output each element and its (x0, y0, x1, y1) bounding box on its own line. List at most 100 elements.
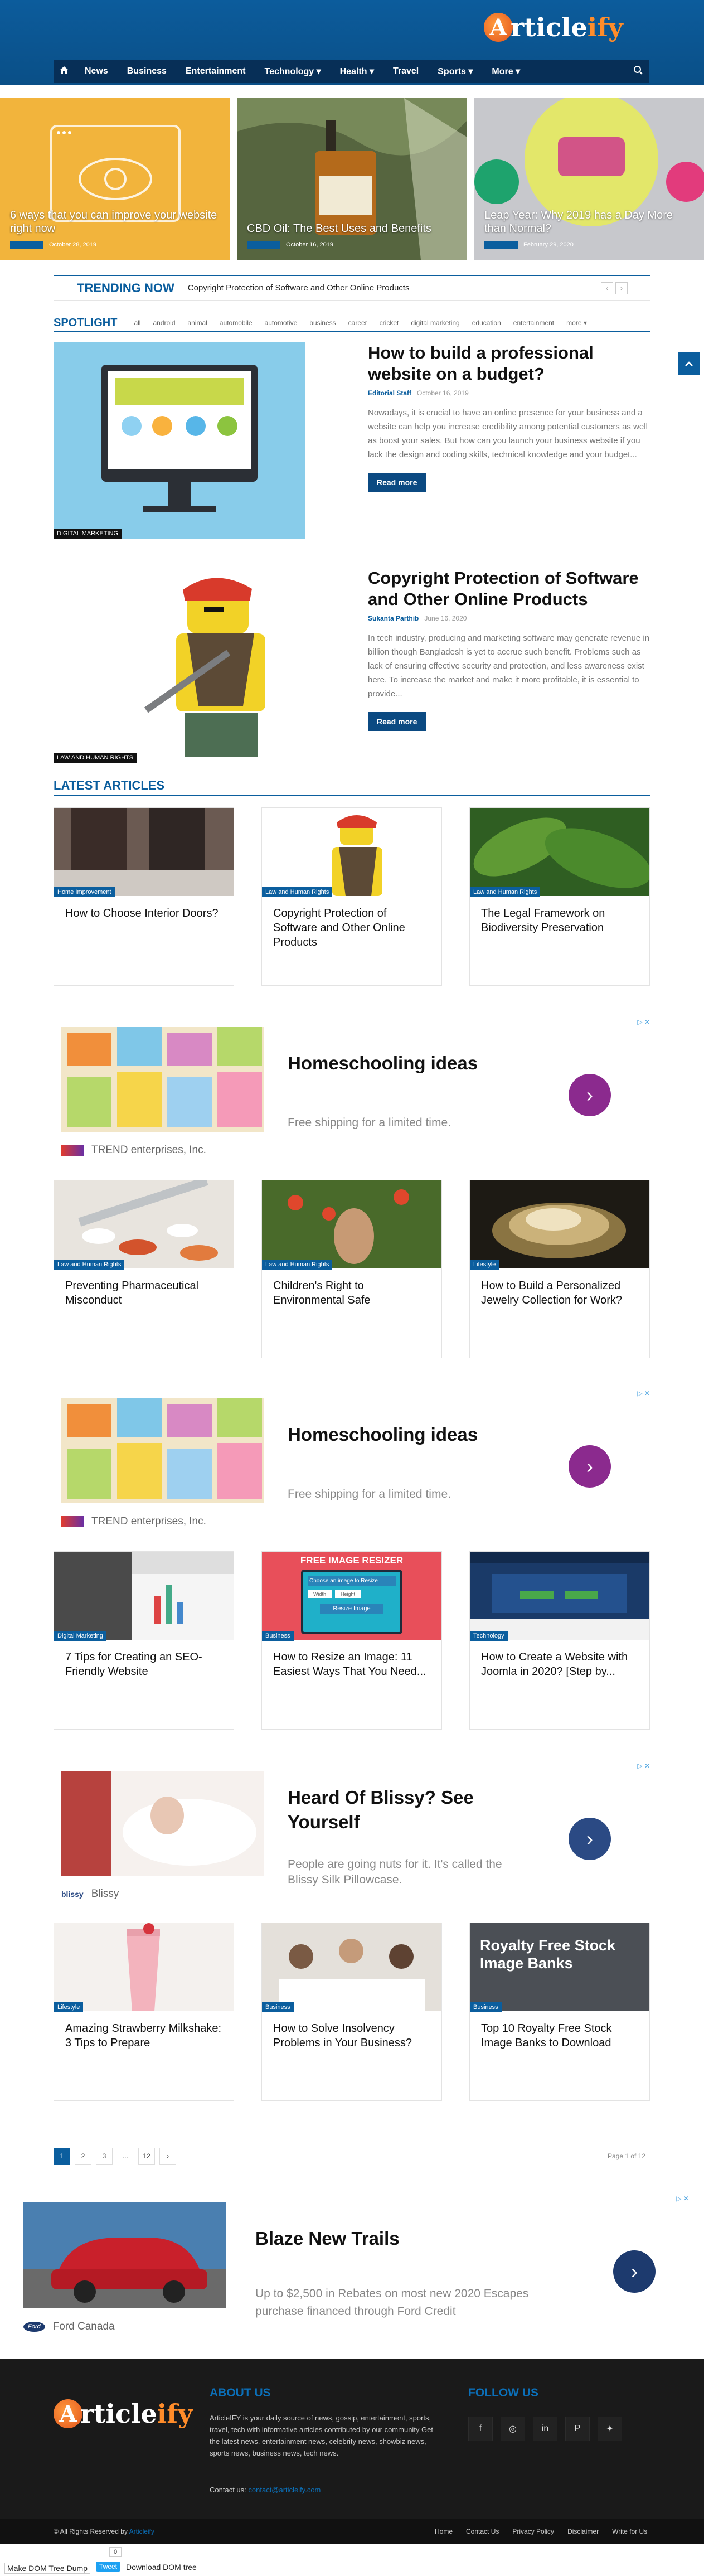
next-page-button[interactable]: › (159, 2148, 176, 2165)
card-category[interactable]: Lifestyle (470, 1260, 499, 1270)
page-2[interactable]: 2 (75, 2148, 91, 2165)
ad-cta-button[interactable]: › (569, 1818, 611, 1860)
filter-android[interactable]: android (153, 319, 175, 327)
ad-banner[interactable]: ▷ ✕ Homeschooling ideas Free shipping fo… (54, 1018, 650, 1163)
card-category[interactable]: Law and Human Rights (262, 887, 333, 897)
twitter-icon[interactable]: ✦ (598, 2417, 622, 2441)
advertiser-name[interactable]: TREND enterprises, Inc. (91, 1515, 206, 1528)
filter-automobile[interactable]: automobile (220, 319, 253, 327)
post-title[interactable]: How to build a professional website on a… (368, 342, 650, 385)
article-card[interactable]: Royalty Free Stock Image Banks Business … (469, 1923, 650, 2101)
download-dom-button[interactable]: Download DOM tree (126, 2563, 197, 2572)
pinterest-icon[interactable]: P (565, 2417, 590, 2441)
nav-item-sports[interactable]: Sports ▾ (438, 66, 473, 77)
site-logo[interactable]: A rticleify (484, 12, 623, 42)
footer-logo[interactable]: A rticleify (54, 2399, 193, 2429)
filter-career[interactable]: career (348, 319, 367, 327)
footer-link-home[interactable]: Home (435, 2527, 453, 2535)
contact-email[interactable]: contact@articleify.com (248, 2486, 321, 2494)
ad-title[interactable]: Blaze New Trails (255, 2228, 400, 2249)
adchoices-icon[interactable]: ▷ ✕ (637, 1389, 650, 1397)
nav-item-health[interactable]: Health ▾ (340, 66, 374, 77)
card-category[interactable]: Business (470, 2002, 502, 2012)
article-card[interactable]: Home Improvement How to Choose Interior … (54, 807, 234, 986)
page-3[interactable]: 3 (96, 2148, 113, 2165)
filter-digital-marketing[interactable]: digital marketing (411, 319, 459, 327)
article-card[interactable]: Law and Human Rights Children's Right to… (261, 1180, 442, 1358)
filter-automotive[interactable]: automotive (265, 319, 298, 327)
ad-cta-button[interactable]: › (569, 1074, 611, 1116)
card-title[interactable]: How to Resize an Image: 11 Easiest Ways … (273, 1650, 430, 1679)
article-card[interactable]: Lifestyle How to Build a Personalized Je… (469, 1180, 650, 1358)
hero-post-1[interactable]: 6 ways that you can improve your website… (0, 98, 230, 260)
filter-cricket[interactable]: cricket (380, 319, 399, 327)
article-card[interactable]: Technology How to Create a Website with … (469, 1551, 650, 1730)
article-card[interactable]: Digital Marketing 7 Tips for Creating an… (54, 1551, 234, 1730)
card-title[interactable]: 7 Tips for Creating an SEO-Friendly Webs… (65, 1650, 222, 1679)
article-card[interactable]: Business How to Solve Insolvency Problem… (261, 1923, 442, 2101)
ad-banner[interactable]: ▷ ✕ Heard Of Blissy? See Yourself People… (54, 1762, 650, 1907)
card-title[interactable]: How to Solve Insolvency Problems in Your… (273, 2021, 430, 2050)
card-category[interactable]: Digital Marketing (54, 1631, 106, 1641)
article-card[interactable]: Lifestyle Amazing Strawberry Milkshake: … (54, 1923, 234, 2101)
adchoices-icon[interactable]: ▷ ✕ (637, 1018, 650, 1026)
article-card[interactable]: Law and Human Rights The Legal Framework… (469, 807, 650, 986)
filter-entertainment[interactable]: entertainment (513, 319, 554, 327)
home-icon[interactable] (59, 66, 69, 78)
article-card[interactable]: Law and Human Rights Copyright Protectio… (261, 807, 442, 986)
article-card[interactable]: Law and Human Rights Preventing Pharmace… (54, 1180, 234, 1358)
search-icon[interactable] (633, 65, 643, 78)
card-title[interactable]: How to Choose Interior Doors? (65, 906, 222, 921)
ad-cta-button[interactable]: › (569, 1445, 611, 1488)
category-badge[interactable]: DIGITAL MARKETING (54, 529, 122, 539)
spotlight-image-2[interactable]: LAW AND HUMAN RIGHTS (54, 566, 305, 763)
spotlight-image-1[interactable]: DIGITAL MARKETING (54, 342, 305, 539)
card-title[interactable]: Top 10 Royalty Free Stock Image Banks to… (481, 2021, 638, 2050)
post-author[interactable]: Sukanta Parthib (368, 614, 419, 622)
card-title[interactable]: Children's Right to Environmental Safe (273, 1279, 430, 1308)
tweet-button[interactable]: Tweet (96, 2562, 121, 2572)
post-title[interactable]: Copyright Protection of Software and Oth… (368, 568, 650, 610)
card-category[interactable]: Law and Human Rights (262, 1260, 333, 1270)
footer-link-contact[interactable]: Contact Us (466, 2527, 499, 2535)
post-author[interactable]: Editorial Staff (368, 389, 411, 397)
ad-banner[interactable]: ▷ ✕ Homeschooling ideas Free shipping fo… (54, 1389, 650, 1534)
nav-item-business[interactable]: Business (127, 66, 167, 76)
filter-all[interactable]: all (134, 319, 140, 327)
read-more-button[interactable]: Read more (368, 473, 426, 492)
author-badge[interactable] (484, 241, 518, 249)
card-title[interactable]: Copyright Protection of Software and Oth… (273, 906, 430, 950)
footer-link-write[interactable]: Write for Us (612, 2527, 647, 2535)
nav-item-technology[interactable]: Technology ▾ (265, 66, 321, 77)
copyright-link[interactable]: Articleify (129, 2527, 154, 2535)
back-to-top-button[interactable] (678, 352, 700, 375)
linkedin-icon[interactable]: in (533, 2417, 557, 2441)
nav-item-travel[interactable]: Travel (393, 66, 419, 76)
card-title[interactable]: Preventing Pharmaceutical Misconduct (65, 1279, 222, 1308)
filter-education[interactable]: education (472, 319, 501, 327)
ad-title[interactable]: Homeschooling ideas (288, 1424, 478, 1445)
footer-link-privacy[interactable]: Privacy Policy (512, 2527, 554, 2535)
hero-post-2[interactable]: CBD Oil: The Best Uses and Benefits Octo… (237, 98, 467, 260)
adchoices-icon[interactable]: ▷ ✕ (637, 1762, 650, 1770)
trending-prev-button[interactable]: ‹ (601, 282, 613, 294)
card-category[interactable]: Lifestyle (54, 2002, 84, 2012)
advertiser-name[interactable]: Ford Canada (53, 2321, 115, 2333)
card-category[interactable]: Law and Human Rights (470, 887, 541, 897)
filter-more[interactable]: more ▾ (566, 319, 587, 327)
card-category[interactable]: Business (262, 2002, 294, 2012)
card-title[interactable]: The Legal Framework on Biodiversity Pres… (481, 906, 638, 935)
page-12[interactable]: 12 (138, 2148, 155, 2165)
card-title[interactable]: How to Build a Personalized Jewelry Coll… (481, 1279, 638, 1308)
ad-cta-button[interactable]: › (613, 2250, 656, 2293)
adchoices-icon[interactable]: ▷ ✕ (676, 2195, 689, 2202)
nav-item-more[interactable]: More ▾ (492, 66, 520, 77)
ad-title[interactable]: Homeschooling ideas (288, 1053, 478, 1074)
instagram-icon[interactable]: ◎ (501, 2417, 525, 2441)
hero-post-3[interactable]: Leap Year: Why 2019 has a Day More than … (474, 98, 704, 260)
card-category[interactable]: Business (262, 1631, 294, 1641)
ad-banner[interactable]: ▷ ✕ Blaze New Trails Up to $2,500 in Reb… (16, 2195, 689, 2340)
facebook-icon[interactable]: f (468, 2417, 493, 2441)
card-category[interactable]: Home Improvement (54, 887, 115, 897)
trending-next-button[interactable]: › (615, 282, 628, 294)
